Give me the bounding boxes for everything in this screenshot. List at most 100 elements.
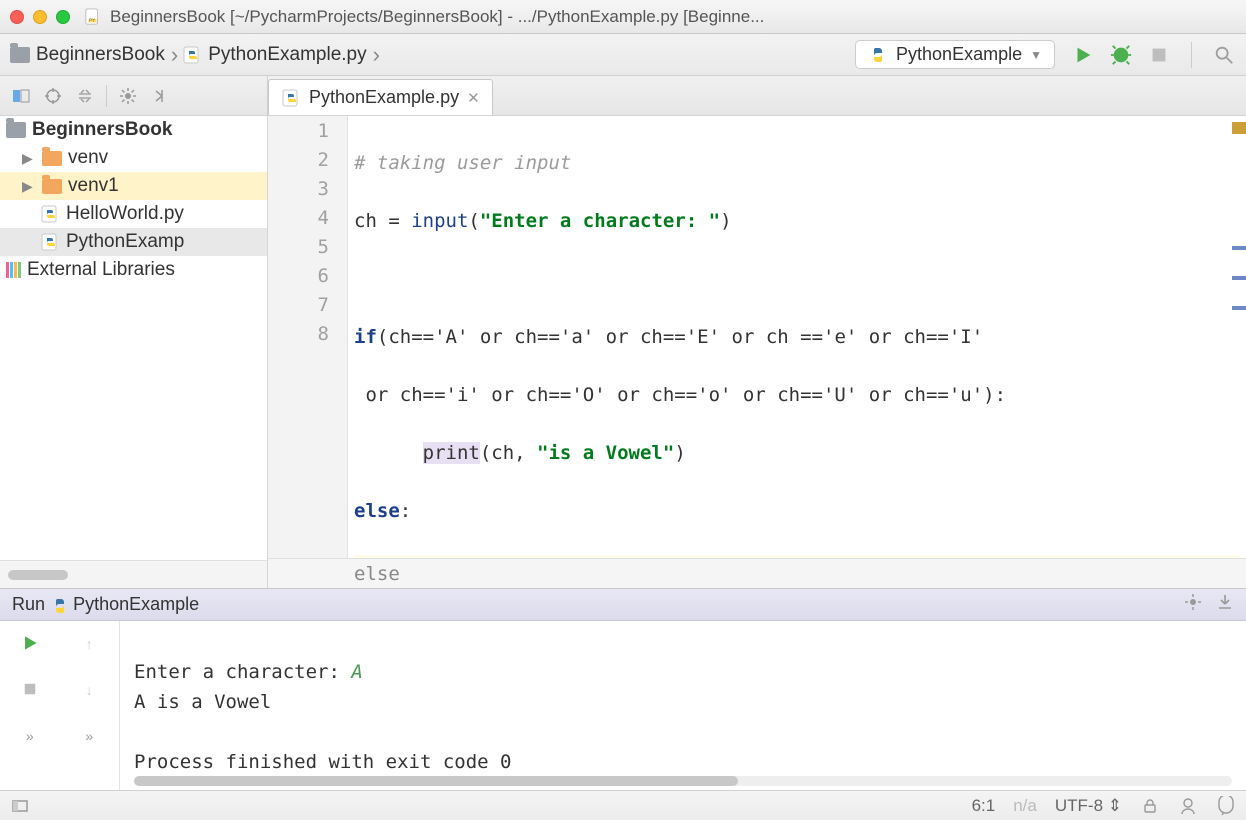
run-tool-window: Run PythonExample ↑ ↓ » » Enter a charac… — [0, 588, 1246, 790]
toolbar-divider — [106, 85, 107, 107]
expand-arrow-icon[interactable]: ▶ — [22, 150, 36, 167]
line-number: 2 — [268, 149, 347, 178]
run-button[interactable] — [1071, 43, 1095, 67]
debug-button[interactable] — [1109, 43, 1133, 67]
collapse-all-button[interactable] — [74, 85, 96, 107]
output-user-input: A — [351, 661, 362, 683]
output-line: A is a Vowel — [134, 691, 271, 713]
inspector-icon[interactable] — [1178, 796, 1198, 816]
line-number: 5 — [268, 236, 347, 265]
navigation-bar: BeginnersBook › PythonExample.py › Pytho… — [0, 34, 1246, 76]
settings-gear-button[interactable] — [117, 85, 139, 107]
status-bar: 6:1 n/a UTF-8 ⇕ — [0, 790, 1246, 820]
project-root-label: BeginnersBook — [32, 119, 172, 141]
event-log-icon[interactable] — [1216, 796, 1236, 816]
minimize-window-button[interactable] — [33, 10, 47, 24]
code-token: ( — [468, 210, 479, 232]
editor-marker-strip[interactable] — [1232, 116, 1246, 558]
svg-text:PY: PY — [89, 17, 95, 22]
editor-tab[interactable]: PythonExample.py ✕ — [268, 79, 493, 115]
titlebar: PY BeginnersBook [~/PycharmProjects/Begi… — [0, 0, 1246, 34]
breadcrumb-file-label: PythonExample.py — [208, 44, 366, 66]
external-libraries-label: External Libraries — [27, 259, 175, 281]
target-button[interactable] — [42, 85, 64, 107]
line-number: 1 — [268, 120, 347, 149]
breadcrumb-file[interactable]: PythonExample.py › — [182, 42, 384, 68]
more-button[interactable]: » — [26, 728, 34, 744]
lock-icon[interactable] — [1140, 796, 1160, 816]
project-tree-scrollbar[interactable] — [0, 560, 267, 588]
folder-icon — [10, 47, 30, 63]
run-configuration-label: PythonExample — [896, 44, 1022, 65]
tool-window-toggle[interactable] — [10, 796, 30, 816]
up-button[interactable]: ↑ — [86, 636, 93, 652]
python-file-icon — [281, 88, 301, 108]
cursor-position[interactable]: 6:1 — [972, 796, 996, 816]
python-file-icon — [50, 596, 68, 614]
project-item-venv1[interactable]: ▶ venv1 — [0, 172, 267, 200]
run-config-label: PythonExample — [73, 594, 199, 615]
project-item-helloworld[interactable]: HelloWorld.py — [0, 200, 267, 228]
output-line: Enter a character: — [134, 661, 351, 683]
down-button[interactable]: ↓ — [86, 682, 93, 698]
output-line: Process finished with exit code 0 — [134, 751, 512, 773]
chevron-right-icon: › — [373, 42, 380, 68]
code-token: # taking user input — [354, 152, 571, 174]
breadcrumb-root[interactable]: BeginnersBook › — [10, 42, 182, 68]
hide-button[interactable] — [149, 85, 171, 107]
project-item-pythonexample[interactable]: PythonExamp — [0, 228, 267, 256]
stop-button[interactable] — [21, 680, 39, 701]
python-file-icon — [40, 232, 60, 252]
expand-arrow-icon[interactable]: ▶ — [22, 178, 36, 195]
folder-icon — [42, 179, 62, 194]
close-window-button[interactable] — [10, 10, 24, 24]
gear-icon[interactable] — [1184, 593, 1202, 616]
libraries-icon — [6, 262, 21, 278]
chevron-down-icon: ▼ — [1030, 48, 1042, 62]
code-area[interactable]: # taking user input ch = input("Enter a … — [348, 116, 1246, 558]
code-token: ) — [674, 442, 685, 464]
project-root[interactable]: BeginnersBook — [0, 116, 267, 144]
code-token: (ch=='A' or ch=='a' or ch=='E' or ch =='… — [377, 326, 983, 348]
project-tool-buttons — [0, 76, 268, 115]
close-tab-button[interactable]: ✕ — [467, 89, 480, 107]
python-file-icon — [868, 45, 888, 65]
window-controls — [10, 10, 70, 24]
code-token: input — [411, 210, 468, 232]
download-icon[interactable] — [1216, 593, 1234, 616]
window-title: BeginnersBook [~/PycharmProjects/Beginne… — [110, 7, 764, 27]
maximize-window-button[interactable] — [56, 10, 70, 24]
run-side-toolbar: ↑ ↓ » » — [0, 621, 120, 790]
code-token — [354, 442, 423, 464]
editor-breadcrumb-status[interactable]: else — [268, 558, 1246, 588]
project-tree[interactable]: BeginnersBook ▶ venv ▶ venv1 HelloWorld.… — [0, 116, 268, 588]
code-token: ) — [720, 210, 731, 232]
run-output[interactable]: Enter a character: A A is a Vowel Proces… — [120, 621, 1246, 790]
run-tool-header[interactable]: Run PythonExample — [0, 589, 1246, 621]
chevron-right-icon: › — [171, 42, 178, 68]
project-toolbar-row: PythonExample.py ✕ — [0, 76, 1246, 116]
line-number: 8 — [268, 323, 347, 352]
file-encoding[interactable]: UTF-8 ⇕ — [1055, 796, 1122, 816]
python-file-icon — [40, 204, 60, 224]
scrollbar-thumb[interactable] — [8, 570, 68, 580]
stop-button[interactable] — [1147, 43, 1171, 67]
rerun-button[interactable] — [20, 633, 40, 656]
editor-tabs: PythonExample.py ✕ — [268, 76, 493, 115]
scrollbar-thumb[interactable] — [134, 776, 738, 786]
more-button-2[interactable]: » — [85, 728, 93, 744]
project-view-button[interactable] — [10, 85, 32, 107]
project-item-venv[interactable]: ▶ venv — [0, 144, 267, 172]
external-libraries[interactable]: External Libraries — [0, 256, 267, 284]
gutter[interactable]: 1 2 3 4 5 6 7 8 — [268, 116, 348, 558]
editor: 1 2 3 4 5 6 7 8 # taking user input ch =… — [268, 116, 1246, 588]
run-output-scrollbar[interactable] — [134, 776, 1232, 786]
run-configuration-selector[interactable]: PythonExample ▼ — [855, 40, 1055, 69]
toolbar-divider — [1191, 42, 1192, 68]
code-token: or ch=='i' or ch=='O' or ch=='o' or ch==… — [354, 384, 1006, 406]
project-item-label: PythonExamp — [66, 231, 184, 253]
code-token: ch = — [354, 210, 411, 232]
breadcrumb-root-label: BeginnersBook — [36, 44, 165, 66]
search-everywhere-button[interactable] — [1212, 43, 1236, 67]
line-number: 7 — [268, 294, 347, 323]
